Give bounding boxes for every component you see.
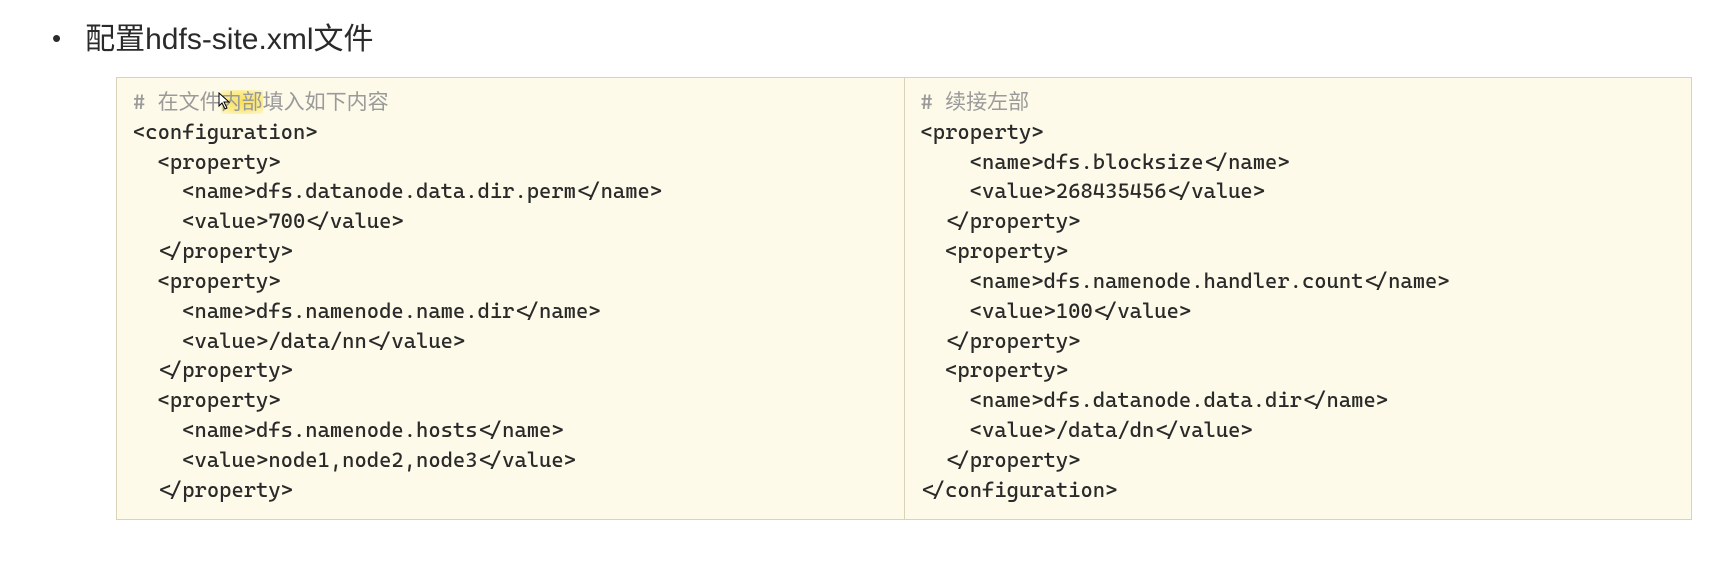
code-line: <name>dfs.datanode.data.dir.perm</name>	[133, 179, 662, 203]
bullet-point: •	[52, 20, 61, 56]
code-line: <value>/data/dn</value>	[921, 418, 1253, 442]
code-line: <value>node1,node2,node3</value>	[133, 448, 576, 472]
code-line: <property>	[921, 358, 1069, 382]
code-line: <property>	[133, 388, 281, 412]
code-line: <name>dfs.datanode.data.dir</name>	[921, 388, 1389, 412]
code-line: <value>268435456</value>	[921, 179, 1266, 203]
code-line: </property>	[133, 358, 293, 382]
title-row: • 配置hdfs-site.xml文件	[52, 20, 1692, 59]
code-line: </property>	[921, 329, 1081, 353]
code-line: <name>dfs.namenode.hosts</name>	[133, 418, 564, 442]
comment-right: # 续接左部	[921, 90, 1030, 114]
code-line: <property>	[133, 269, 281, 293]
code-panel-right: # 续接左部 <property> <name>dfs.blocksize</n…	[905, 78, 1692, 519]
code-line: <value>100</value>	[921, 299, 1192, 323]
highlight-region: 内部	[221, 90, 263, 114]
code-panel-left: # 在文件内部填入如下内容 <configuration> <property>…	[117, 78, 905, 519]
code-line: <property>	[133, 150, 281, 174]
code-line: <name>dfs.blocksize</name>	[921, 150, 1290, 174]
comment-prefix: # 在文件	[133, 90, 221, 114]
comment-left: # 在文件内部填入如下内容	[133, 90, 389, 114]
code-line: <name>dfs.namenode.handler.count</name>	[921, 269, 1450, 293]
code-line: </configuration>	[921, 478, 1118, 502]
code-line: </property>	[133, 239, 293, 263]
code-container: # 在文件内部填入如下内容 <configuration> <property>…	[116, 77, 1692, 520]
code-line: <value>/data/nn</value>	[133, 329, 465, 353]
section-title: 配置hdfs-site.xml文件	[85, 20, 373, 59]
code-line: <value>700</value>	[133, 209, 404, 233]
code-line: </property>	[921, 209, 1081, 233]
code-line: <property>	[921, 120, 1044, 144]
code-line: <configuration>	[133, 120, 318, 144]
code-line: <name>dfs.namenode.name.dir</name>	[133, 299, 601, 323]
code-line: <property>	[921, 239, 1069, 263]
code-line: </property>	[921, 448, 1081, 472]
code-line: </property>	[133, 478, 293, 502]
comment-suffix: 填入如下内容	[263, 90, 389, 114]
